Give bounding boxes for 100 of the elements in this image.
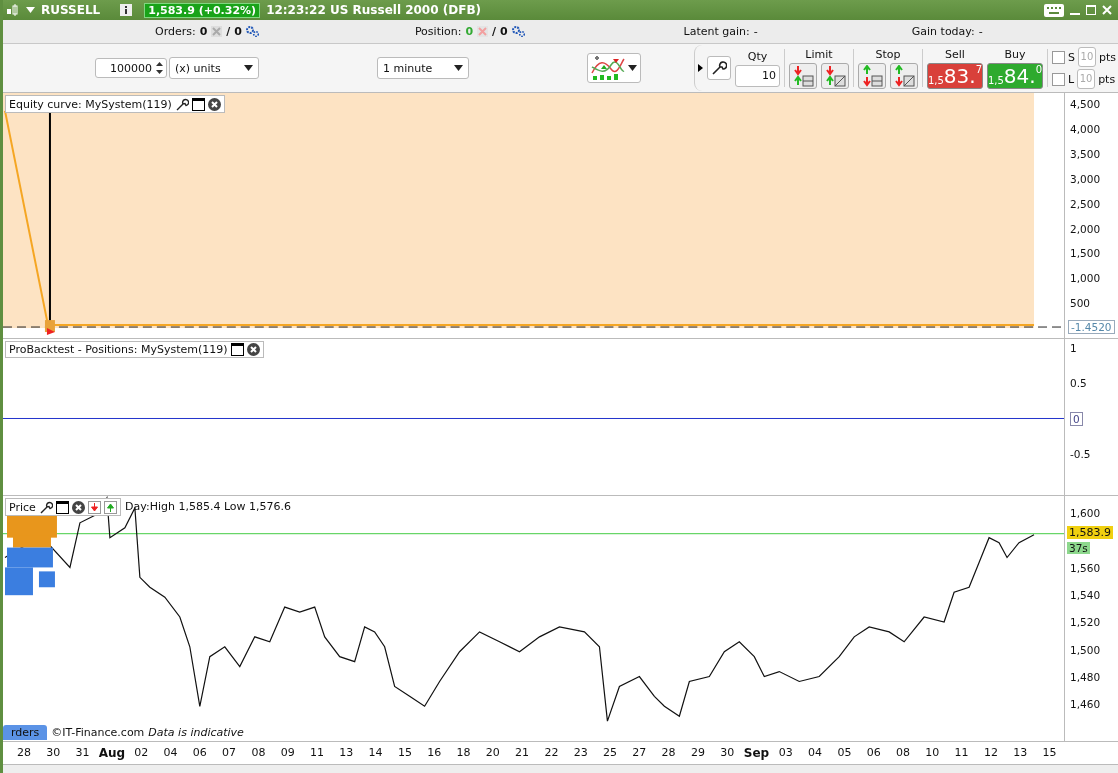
limit-order-button[interactable] xyxy=(789,62,817,89)
date-label: 06 xyxy=(866,746,881,759)
stop-order-button[interactable] xyxy=(890,62,918,89)
axis-tick-label: 1,520 xyxy=(1070,616,1101,629)
orders-label: Orders: xyxy=(155,25,196,38)
settings-button[interactable] xyxy=(707,56,731,80)
date-label: 21 xyxy=(515,746,530,759)
buy-label: Buy xyxy=(1004,47,1026,61)
date-label: 28 xyxy=(661,746,676,759)
down-arrow-icon[interactable] xyxy=(87,500,101,514)
date-label: 08 xyxy=(251,746,266,759)
wrench-icon[interactable] xyxy=(38,500,53,514)
date-label: 22 xyxy=(544,746,559,759)
axis-tick-label: 1 xyxy=(1070,342,1077,354)
limit-label: Limit xyxy=(805,47,833,61)
date-label: 08 xyxy=(896,746,910,759)
axis-tick-label: 2,000 xyxy=(1070,222,1101,235)
axis-tick-label: 1,480 xyxy=(1070,670,1101,683)
close-icon[interactable] xyxy=(246,343,260,356)
date-label: 10 xyxy=(925,746,940,759)
date-label: 11 xyxy=(310,746,324,759)
date-label: 31 xyxy=(75,746,90,759)
date-label: 04 xyxy=(808,746,823,759)
arrows-doc-icon xyxy=(893,64,915,87)
orders-tab[interactable]: rders xyxy=(3,725,48,740)
current-value-label: -1.4520 xyxy=(1068,320,1115,334)
axis-tick-label: 2,500 xyxy=(1070,197,1101,210)
qty-field[interactable]: 10 xyxy=(735,64,780,87)
caret-icon[interactable] xyxy=(628,65,637,71)
date-label: Sep xyxy=(743,746,770,760)
orders-count: 0 xyxy=(199,25,208,38)
date-label: Aug xyxy=(98,746,126,760)
date-label: 30 xyxy=(46,746,61,759)
date-label: 28 xyxy=(17,746,31,759)
up-arrow-icon[interactable] xyxy=(103,500,117,514)
gain-today-value: - xyxy=(978,25,983,38)
points-unit: pts xyxy=(1098,50,1116,64)
date-label: 13 xyxy=(339,746,354,759)
day-range-label: Day:High 1,585.4 Low 1,576.6 xyxy=(125,500,292,513)
wrench-icon[interactable] xyxy=(174,97,189,111)
date-label: 14 xyxy=(368,746,383,759)
date-label: 16 xyxy=(427,746,442,759)
date-label: 13 xyxy=(1013,746,1028,759)
date-label: 15 xyxy=(1042,746,1057,759)
instrument-symbol[interactable]: RUSSELL xyxy=(41,3,101,17)
date-label: 11 xyxy=(954,746,969,759)
stop-type-label: S xyxy=(1068,50,1075,64)
date-label: 04 xyxy=(163,746,178,759)
countdown-badge: 37s xyxy=(1067,542,1090,554)
window-icon[interactable] xyxy=(230,343,244,356)
axis-tick-label: 3,500 xyxy=(1070,147,1101,160)
position-total: / 0 xyxy=(492,25,508,38)
keyboard-icon[interactable] xyxy=(1044,3,1064,17)
axis-tick-label: 500 xyxy=(1070,297,1091,310)
arrows-doc-icon xyxy=(824,64,846,87)
timeframe-dropdown[interactable]: 1 minute xyxy=(377,57,469,79)
window-icon[interactable] xyxy=(55,500,69,514)
caret-icon[interactable] xyxy=(454,65,463,71)
date-label: 06 xyxy=(192,746,207,759)
gears-icon[interactable] xyxy=(511,26,525,37)
close-icon[interactable] xyxy=(207,97,221,111)
panel-title: Price xyxy=(9,500,36,514)
stop-order-button[interactable] xyxy=(858,62,886,89)
disclaimer-text: Data is indicative xyxy=(148,726,244,739)
spinner-icon[interactable] xyxy=(156,62,163,74)
date-label: 27 xyxy=(632,746,647,759)
limit-order-button[interactable] xyxy=(821,62,849,89)
axis-tick-label: 4,000 xyxy=(1070,122,1101,135)
date-label: 23 xyxy=(573,746,588,759)
latent-gain-value: - xyxy=(753,25,758,38)
gain-today-label: Gain today: xyxy=(911,25,975,38)
arrows-doc-icon xyxy=(792,64,814,87)
maximize-icon[interactable] xyxy=(1086,5,1096,15)
gears-icon[interactable] xyxy=(245,26,259,37)
axis-tick-label: 1,500 xyxy=(1070,247,1101,260)
axis-tick-label: 1,500 xyxy=(1070,643,1101,656)
caret-icon[interactable] xyxy=(244,65,253,71)
expand-arrow-icon[interactable] xyxy=(698,64,703,72)
indicator-chart-icon xyxy=(591,55,625,81)
window-icon[interactable] xyxy=(191,97,205,111)
date-label: 02 xyxy=(134,746,149,759)
axis-tick-label: 1,000 xyxy=(1070,272,1101,285)
axis-tick-label: 3,000 xyxy=(1070,172,1101,185)
panel-title: ProBacktest - Positions: MySystem(119) xyxy=(9,343,228,356)
latent-gain-label: Latent gain: xyxy=(683,25,750,38)
date-label: 15 xyxy=(397,746,412,759)
date-label: 07 xyxy=(222,746,237,759)
unit-dropdown[interactable]: (x) units xyxy=(169,57,259,79)
indicator-button[interactable] xyxy=(587,53,641,83)
axis-tick-label: 1,540 xyxy=(1070,588,1101,601)
close-icon[interactable] xyxy=(71,500,85,514)
position-count: 0 xyxy=(465,25,474,38)
sell-label: Sell xyxy=(945,47,965,61)
axis-tick-label: 4,500 xyxy=(1070,98,1101,110)
axis-tick-label: 0.5 xyxy=(1070,377,1087,390)
info-icon[interactable] xyxy=(120,4,133,16)
stop-type-label: L xyxy=(1068,72,1075,86)
candlestick-icon xyxy=(6,3,20,17)
copyright-text: ©IT-Finance.com xyxy=(51,726,145,739)
quantity-field[interactable]: 100000 xyxy=(95,58,167,78)
